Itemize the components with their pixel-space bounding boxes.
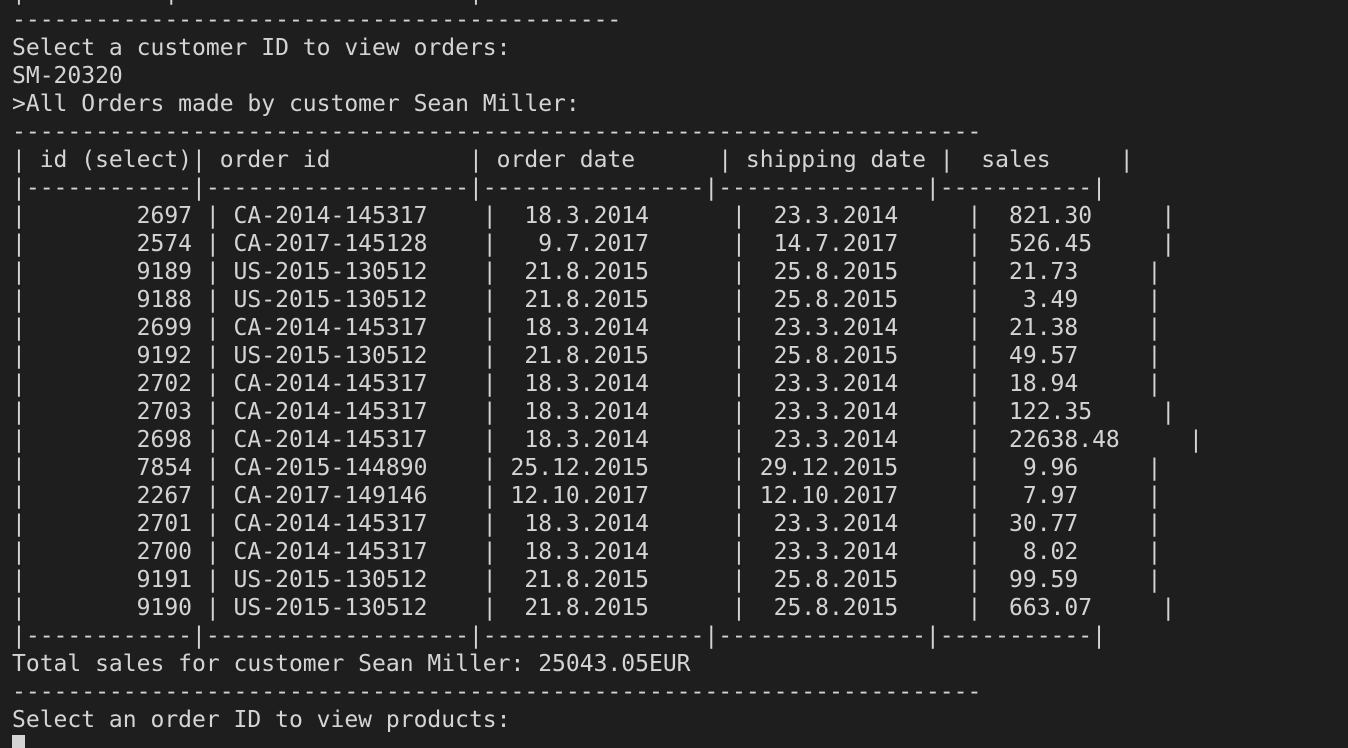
separator-line: ----------------------------------------… (12, 119, 982, 145)
table-row: | 7854 | CA-2015-144890 | 25.12.2015 | 2… (12, 455, 1162, 481)
table-row: | 2701 | CA-2014-145317 | 18.3.2014 | 23… (12, 511, 1162, 537)
order-prompt: Select an order ID to view products: (12, 707, 511, 733)
table-row: | 2699 | CA-2014-145317 | 18.3.2014 | 23… (12, 315, 1162, 341)
table-row: | 2698 | CA-2014-145317 | 18.3.2014 | 23… (12, 427, 1203, 453)
table-row: | 2703 | CA-2014-145317 | 18.3.2014 | 23… (12, 399, 1176, 425)
total-sales-line: Total sales for customer Sean Miller: 25… (12, 651, 691, 677)
table-row: | 2697 | CA-2014-145317 | 18.3.2014 | 23… (12, 203, 1176, 229)
table-row: | 2574 | CA-2017-145128 | 9.7.2017 | 14.… (12, 231, 1176, 257)
text-cursor[interactable] (12, 735, 25, 748)
table-row: | 2267 | CA-2017-149146 | 12.10.2017 | 1… (12, 483, 1162, 509)
customer-id-input: SM-20320 (12, 63, 123, 89)
table-row: | 9191 | US-2015-130512 | 21.8.2015 | 25… (12, 567, 1162, 593)
orders-heading: >All Orders made by customer Sean Miller… (12, 91, 580, 117)
table-row: | 9189 | US-2015-130512 | 21.8.2015 | 25… (12, 259, 1162, 285)
table-row: | 9192 | US-2015-130512 | 21.8.2015 | 25… (12, 343, 1162, 369)
table-row: | 9188 | US-2015-130512 | 21.8.2015 | 25… (12, 287, 1162, 313)
table-divider: |------------|-------------------|------… (12, 175, 1106, 201)
terminal-window[interactable]: | | | ----------------------------------… (0, 0, 1348, 748)
table-row: | 2700 | CA-2014-145317 | 18.3.2014 | 23… (12, 539, 1162, 565)
table-row: | 2702 | CA-2014-145317 | 18.3.2014 | 23… (12, 371, 1162, 397)
table-divider: |------------|-------------------|------… (12, 623, 1106, 649)
separator-line: ----------------------------------------… (12, 679, 982, 705)
table-header: | id (select)| order id | order date | s… (12, 147, 1134, 173)
separator-line: ----------------------------------------… (12, 7, 622, 33)
customer-prompt: Select a customer ID to view orders: (12, 35, 511, 61)
terminal-output: | | | ----------------------------------… (12, 0, 1342, 734)
table-row: | 9190 | US-2015-130512 | 21.8.2015 | 25… (12, 595, 1176, 621)
